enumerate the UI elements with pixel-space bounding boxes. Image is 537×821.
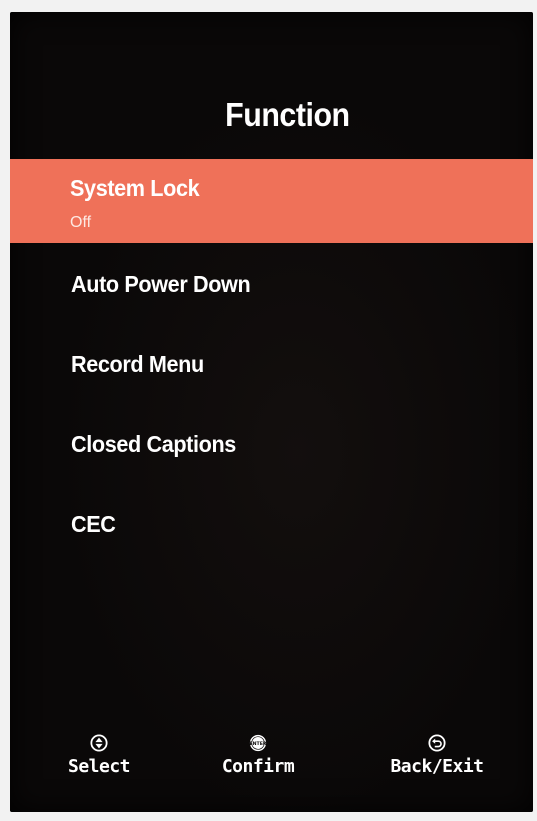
menu-item-record-menu[interactable]: Record Menu <box>10 323 533 403</box>
menu-item-label: Closed Captions <box>71 431 236 457</box>
menu-item-cec[interactable]: CEC <box>10 483 533 563</box>
function-menu: System Lock Off Auto Power Down Record M… <box>10 159 533 563</box>
hint-back-exit: Back/Exit <box>374 734 500 777</box>
menu-item-label: System Lock <box>70 175 200 201</box>
hint-select: Select <box>54 734 144 777</box>
menu-title: Function <box>225 96 350 133</box>
menu-item-value: Off <box>70 214 92 231</box>
button-hints-bar: Select ENTER Confirm Back/Exit <box>10 734 533 804</box>
up-down-arrows-icon <box>90 734 108 752</box>
menu-item-label: Auto Power Down <box>71 271 251 297</box>
hint-confirm-label: Confirm <box>221 756 295 777</box>
menu-item-system-lock[interactable]: System Lock Off <box>10 159 533 243</box>
enter-icon: ENTER <box>249 734 267 752</box>
hint-back-exit-label: Back/Exit <box>390 756 484 777</box>
menu-item-label: CEC <box>71 511 116 537</box>
tv-screen: Function System Lock Off Auto Power Down… <box>10 12 533 812</box>
enter-icon-text: ENTER <box>249 741 266 747</box>
hint-select-label: Select <box>67 756 131 777</box>
menu-item-closed-captions[interactable]: Closed Captions <box>10 403 533 483</box>
menu-item-auto-power-down[interactable]: Auto Power Down <box>10 243 533 323</box>
hint-confirm: ENTER Confirm <box>206 734 310 777</box>
back-return-icon <box>428 734 446 752</box>
menu-item-label: Record Menu <box>71 351 204 377</box>
